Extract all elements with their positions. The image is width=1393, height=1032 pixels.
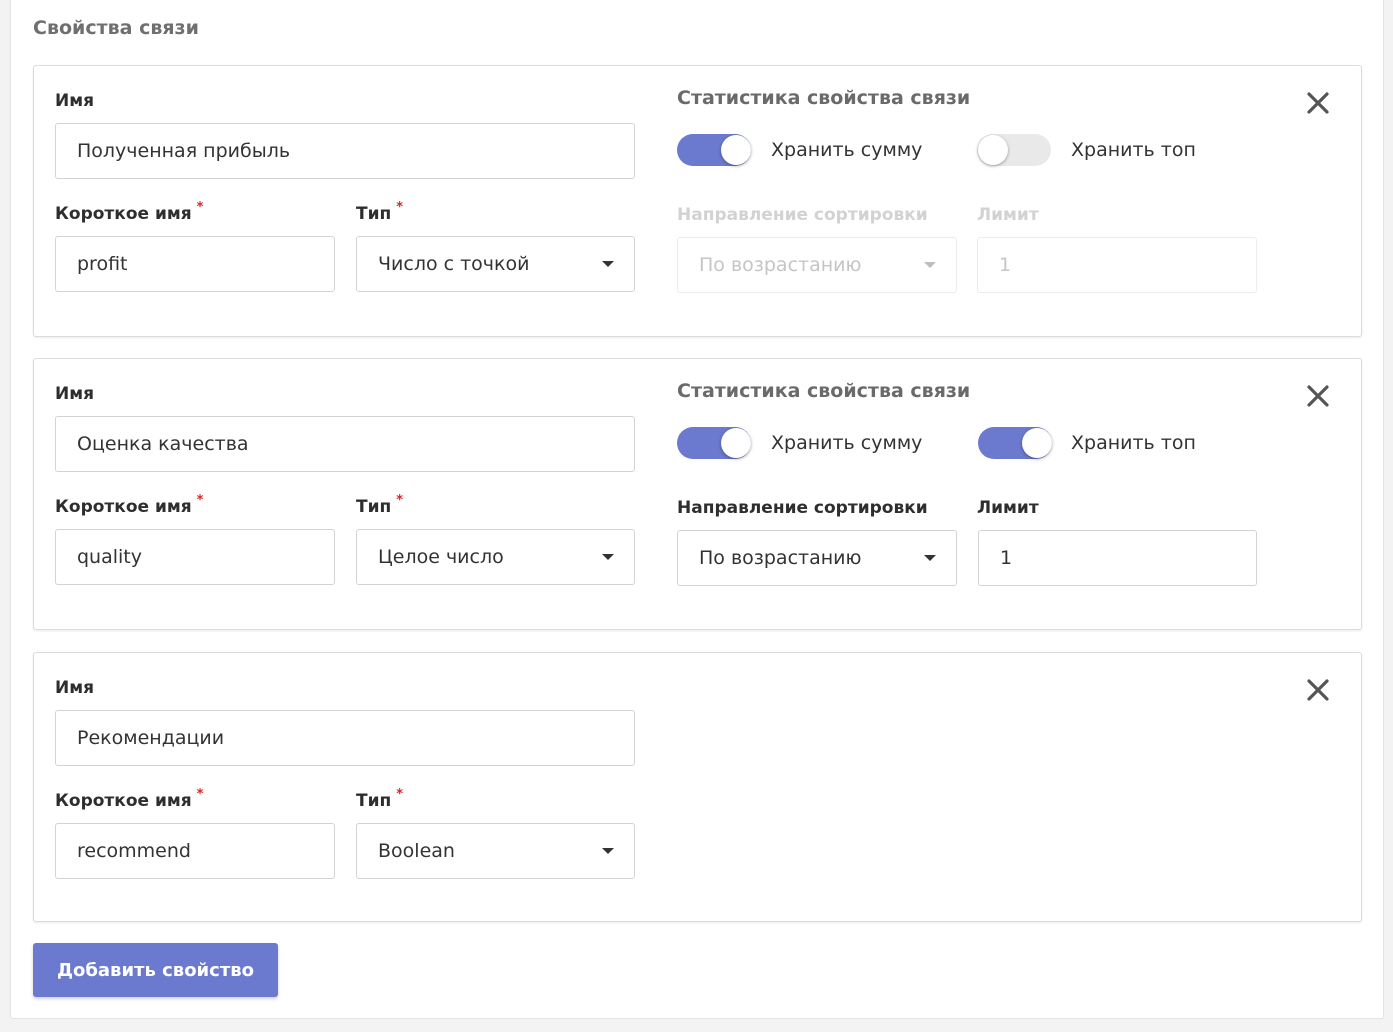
name-label: Имя (55, 384, 95, 404)
sort-direction-value: По возрастанию (699, 547, 862, 569)
sort-direction-label: Направление сортировки (677, 205, 928, 225)
toggle-knob (1022, 428, 1052, 458)
store-top-label: Хранить топ (1071, 432, 1196, 454)
close-icon[interactable] (1306, 91, 1330, 115)
store-sum-toggle[interactable] (677, 134, 751, 166)
sort-direction-select[interactable]: По возрастанию (677, 530, 957, 586)
add-property-button[interactable]: Добавить свойство (33, 943, 278, 997)
sort-direction-select[interactable]: По возрастанию (677, 237, 957, 293)
caret-down-icon (602, 554, 614, 560)
type-select[interactable]: Целое число (356, 529, 635, 585)
required-mark: * (196, 493, 204, 508)
required-mark: * (196, 787, 204, 802)
store-sum-label: Хранить сумму (771, 432, 923, 454)
name-label: Имя (55, 678, 95, 698)
type-label: Тип * (356, 493, 404, 517)
short-name-input[interactable]: quality (55, 529, 335, 585)
type-select[interactable]: Число с точкой (356, 236, 635, 292)
required-mark: * (196, 200, 204, 215)
type-select-value: Число с точкой (378, 253, 530, 275)
limit-input[interactable]: 1 (977, 237, 1257, 293)
section-title: Свойства связи (33, 17, 199, 39)
close-icon[interactable] (1306, 678, 1330, 702)
sort-direction-value: По возрастанию (699, 254, 862, 276)
property-card-1: Имя Полученная прибыль Короткое имя * pro… (33, 65, 1362, 337)
stats-title: Статистика свойства связи (677, 87, 971, 109)
name-input[interactable]: Оценка качества (55, 416, 635, 472)
toggle-knob (721, 428, 751, 458)
name-input[interactable]: Рекомендации (55, 710, 635, 766)
store-top-label: Хранить топ (1071, 139, 1196, 161)
short-name-label: Короткое имя * (55, 787, 204, 811)
type-select-value: Целое число (378, 546, 504, 568)
property-card-3: Имя Рекомендации Короткое имя * recommend… (33, 652, 1362, 922)
toggle-knob (978, 135, 1008, 165)
property-card-2: Имя Оценка качества Короткое имя * qualit… (33, 358, 1362, 630)
store-top-toggle[interactable] (978, 427, 1052, 459)
caret-down-icon (602, 848, 614, 854)
store-top-toggle[interactable] (977, 134, 1051, 166)
type-select-value: Boolean (378, 840, 455, 862)
store-sum-toggle[interactable] (677, 427, 751, 459)
required-mark: * (396, 200, 404, 215)
caret-down-icon (602, 261, 614, 267)
limit-input[interactable]: 1 (978, 530, 1257, 586)
required-mark: * (396, 787, 404, 802)
sort-direction-label: Направление сортировки (677, 498, 928, 518)
caret-down-icon (924, 262, 936, 268)
stats-title: Статистика свойства связи (677, 380, 971, 402)
type-label: Тип * (356, 200, 404, 224)
short-name-label: Короткое имя * (55, 493, 204, 517)
link-properties-panel: Свойства связи Имя Полученная прибыль Ко… (10, 0, 1384, 1019)
limit-label: Лимит (977, 205, 1039, 225)
limit-label: Лимит (977, 498, 1039, 518)
name-input[interactable]: Полученная прибыль (55, 123, 635, 179)
toggle-knob (721, 135, 751, 165)
type-select[interactable]: Boolean (356, 823, 635, 879)
short-name-input[interactable]: recommend (55, 823, 335, 879)
short-name-input[interactable]: profit (55, 236, 335, 292)
required-mark: * (396, 493, 404, 508)
name-label: Имя (55, 91, 95, 111)
store-sum-label: Хранить сумму (771, 139, 923, 161)
short-name-label: Короткое имя * (55, 200, 204, 224)
type-label: Тип * (356, 787, 404, 811)
caret-down-icon (924, 555, 936, 561)
close-icon[interactable] (1306, 384, 1330, 408)
